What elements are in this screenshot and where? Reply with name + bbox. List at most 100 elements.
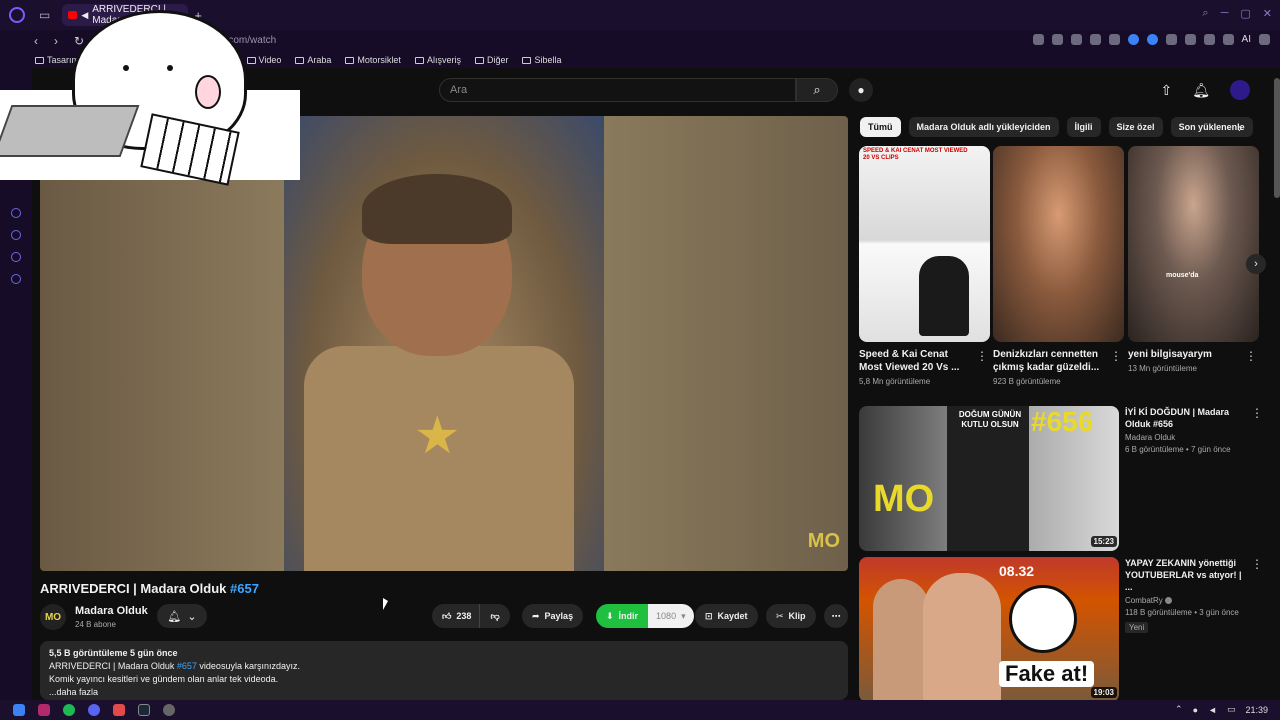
clip-button[interactable]: ✂ Klip bbox=[766, 604, 816, 628]
video-frame: ★ bbox=[284, 116, 604, 571]
chip-all[interactable]: Tümü bbox=[860, 117, 901, 137]
video-thumbnail[interactable]: 08.32 Fake at! 19:03 bbox=[859, 557, 1119, 702]
video-channel[interactable]: Madara Olduk bbox=[1125, 433, 1245, 442]
time[interactable]: 21:39 bbox=[1245, 705, 1268, 715]
bookmark-icon[interactable] bbox=[1032, 34, 1044, 45]
extension-3-icon[interactable] bbox=[1165, 34, 1177, 45]
chips-next-icon[interactable]: › bbox=[1238, 121, 1242, 135]
shorts-next-button[interactable]: › bbox=[1246, 254, 1266, 274]
share-button[interactable]: ➦ Paylaş bbox=[522, 604, 584, 628]
quality-select[interactable]: 1080 ▾ bbox=[648, 604, 694, 628]
download-group: ⬇ İndir 1080 ▾ bbox=[596, 604, 694, 628]
bookmark-folder[interactable]: Araba bbox=[295, 55, 331, 65]
short-thumbnail[interactable] bbox=[993, 146, 1124, 342]
channel-name[interactable]: Madara Olduk bbox=[75, 605, 148, 617]
more-vert-icon[interactable]: ⋮ bbox=[976, 349, 988, 363]
discord-icon[interactable] bbox=[88, 704, 100, 716]
start-icon[interactable] bbox=[13, 704, 25, 716]
settings-icon[interactable] bbox=[11, 274, 21, 284]
save-button[interactable]: ⊡ Kaydet bbox=[695, 604, 758, 628]
description-box[interactable]: 5,5 B görüntüleme 5 gün önce ARRIVEDERCI… bbox=[40, 641, 848, 700]
search-tabs-icon[interactable]: ⌕ bbox=[1202, 7, 1208, 20]
player-icon[interactable] bbox=[11, 208, 21, 218]
search-button[interactable]: ⌕ bbox=[796, 78, 838, 102]
channel-watermark: MO bbox=[807, 530, 840, 552]
bookmark-folder[interactable]: Motorsiklet bbox=[345, 55, 401, 65]
shield-icon[interactable] bbox=[1070, 34, 1082, 45]
show-more-link[interactable]: ...daha fazla bbox=[49, 686, 839, 699]
upload-icon[interactable]: ⇧ bbox=[1160, 82, 1172, 99]
video-channel[interactable]: CombatRy bbox=[1125, 596, 1245, 605]
more-vert-icon[interactable]: ⋮ bbox=[1251, 406, 1263, 420]
notifications-icon[interactable]: 🔔︎ bbox=[1192, 82, 1210, 99]
heart-icon[interactable] bbox=[1108, 34, 1120, 45]
more-vert-icon[interactable]: ⋮ bbox=[1245, 349, 1257, 363]
more-vert-icon[interactable]: ⋮ bbox=[1251, 557, 1263, 571]
short-thumbnail[interactable]: SPEED & KAI CENAT MOST VIEWED 20 VS CLIP… bbox=[859, 146, 990, 342]
description-hashtag[interactable]: #657 bbox=[177, 661, 197, 671]
ai-button[interactable]: AI bbox=[1242, 34, 1251, 45]
recommended-video[interactable]: 08.32 Fake at! 19:03 YAPAY ZEKANIN yönet… bbox=[859, 557, 1263, 702]
volume-icon[interactable]: ◄ bbox=[1208, 705, 1217, 715]
avatar[interactable] bbox=[1230, 80, 1250, 100]
chip-from-uploader[interactable]: Madara Olduk adlı yükleyiciden bbox=[908, 117, 1059, 137]
bookmark-folder[interactable]: Diğer bbox=[474, 55, 508, 65]
folder-icon bbox=[522, 56, 532, 64]
short-views: 13 Mn görüntüleme bbox=[1128, 364, 1197, 373]
folder-icon bbox=[414, 56, 424, 64]
dislike-button[interactable]: 👎︎ bbox=[480, 604, 510, 628]
short-thumbnail[interactable]: mouse'da bbox=[1128, 146, 1259, 342]
cat-paw-icon bbox=[195, 75, 221, 109]
download-icon[interactable] bbox=[1222, 34, 1234, 45]
maximize-button[interactable]: ▢ bbox=[1240, 7, 1250, 20]
extension-1-icon[interactable] bbox=[1127, 34, 1139, 45]
short-title[interactable]: Speed & Kai Cenat Most Viewed 20 Vs ... bbox=[859, 348, 971, 374]
like-button[interactable]: 👍︎ 238 bbox=[432, 604, 481, 628]
bell-icon: 🔔︎ bbox=[167, 610, 182, 623]
video-title[interactable]: YAPAY ZEKANIN yönettiği YOUTUBERLAR vs a… bbox=[1125, 557, 1245, 593]
extensions-icon[interactable] bbox=[11, 252, 21, 262]
title-hashtag[interactable]: #657 bbox=[230, 581, 259, 596]
video-info: İYİ Kİ DOĞDUN | Madara Olduk #656 Madara… bbox=[1125, 406, 1245, 454]
short-title[interactable]: Denizkızları cennetten çıkmış kadar güze… bbox=[993, 348, 1105, 374]
thumb-logo: MO bbox=[873, 478, 935, 520]
extension-2-icon[interactable] bbox=[1146, 34, 1158, 45]
more-actions-button[interactable]: ⋯ bbox=[824, 604, 848, 628]
obs-icon[interactable] bbox=[163, 704, 175, 716]
snapshot-icon[interactable] bbox=[1051, 34, 1063, 45]
short-title[interactable]: yeni bilgisayarym bbox=[1128, 348, 1240, 361]
close-window-button[interactable]: ✕ bbox=[1263, 7, 1272, 20]
short-item[interactable]: mouse'da yeni bilgisayarym 13 Mn görüntü… bbox=[1128, 146, 1259, 373]
network-icon[interactable]: ▭ bbox=[1227, 704, 1236, 715]
history-icon[interactable] bbox=[11, 230, 21, 240]
bookmark-folder[interactable]: Sibella bbox=[522, 55, 562, 65]
steam-icon[interactable] bbox=[138, 704, 150, 716]
puzzle-icon[interactable] bbox=[1203, 34, 1215, 45]
video-player[interactable]: ★ MO bbox=[40, 116, 848, 571]
header-actions: ⇧ 🔔︎ bbox=[1160, 80, 1250, 100]
short-item[interactable]: Denizkızları cennetten çıkmış kadar güze… bbox=[993, 146, 1124, 386]
video-title[interactable]: İYİ Kİ DOĞDUN | Madara Olduk #656 bbox=[1125, 406, 1245, 430]
voice-search-button[interactable]: ● bbox=[849, 78, 873, 102]
video-thumbnail[interactable]: MO DOĞUM GÜNÜN KUTLU OLSUN #656 15:23 bbox=[859, 406, 1119, 551]
mic-tray-icon[interactable]: ● bbox=[1193, 705, 1198, 715]
opera-icon[interactable] bbox=[38, 704, 50, 716]
bookmark-folder[interactable]: Alışveriş bbox=[414, 55, 461, 65]
chip-for-you[interactable]: Size özel bbox=[1108, 117, 1163, 137]
app-icon[interactable] bbox=[113, 704, 125, 716]
search-input[interactable]: Ara bbox=[439, 78, 796, 102]
spotify-icon[interactable] bbox=[63, 704, 75, 716]
tray-chevron-icon[interactable]: ⌃ bbox=[1175, 704, 1183, 715]
extension-4-icon[interactable] bbox=[1184, 34, 1196, 45]
download-button[interactable]: ⬇ İndir bbox=[596, 604, 649, 628]
page-scrollbar[interactable] bbox=[1274, 78, 1280, 198]
play-icon[interactable] bbox=[1089, 34, 1101, 45]
more-vert-icon[interactable]: ⋮ bbox=[1110, 349, 1122, 363]
chip-related[interactable]: İlgili bbox=[1066, 117, 1101, 137]
channel-avatar[interactable]: MO bbox=[40, 604, 66, 630]
recommended-video[interactable]: MO DOĞUM GÜNÜN KUTLU OLSUN #656 15:23 İY… bbox=[859, 406, 1263, 551]
menu-icon[interactable] bbox=[1259, 34, 1270, 45]
subscription-bell-button[interactable]: 🔔︎ ⌄ bbox=[157, 604, 207, 628]
short-item[interactable]: SPEED & KAI CENAT MOST VIEWED 20 VS CLIP… bbox=[859, 146, 990, 386]
minimize-button[interactable]: ─ bbox=[1221, 7, 1229, 20]
